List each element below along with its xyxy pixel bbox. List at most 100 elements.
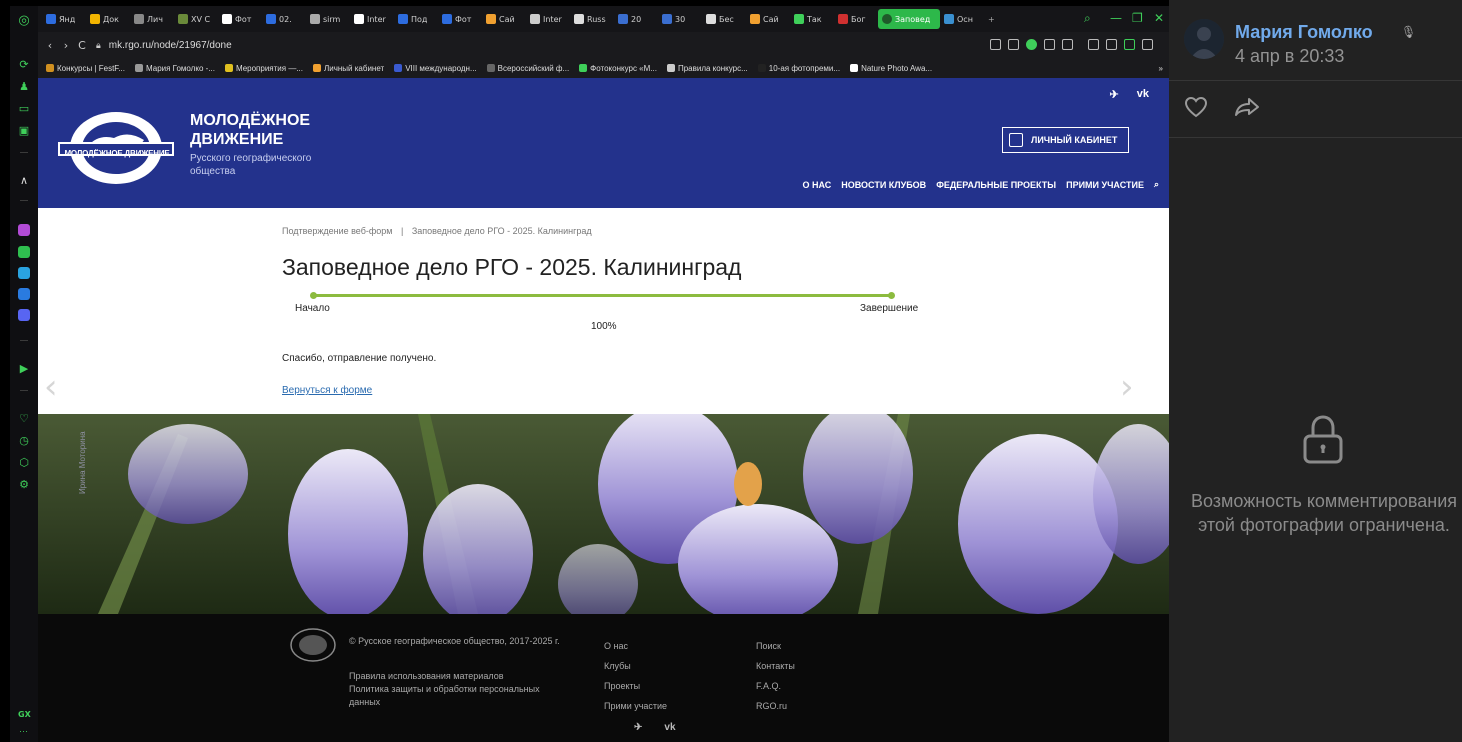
menu-icon[interactable] bbox=[1142, 39, 1153, 50]
prev-arrow-icon[interactable]: ‹ bbox=[44, 370, 58, 404]
tab[interactable]: Inter bbox=[526, 9, 570, 29]
player-icon[interactable]: ▶ bbox=[16, 360, 32, 376]
cube-icon[interactable]: ⬡ bbox=[16, 454, 32, 470]
opera-logo-icon[interactable]: ◎ bbox=[16, 12, 32, 28]
history-icon[interactable]: ◷ bbox=[16, 432, 32, 448]
tab[interactable]: sirm bbox=[306, 9, 350, 29]
heart-icon[interactable]: ♡ bbox=[16, 410, 32, 426]
tab[interactable]: Фот bbox=[438, 9, 482, 29]
settings-icon[interactable]: ⚙ bbox=[16, 476, 32, 492]
post-date[interactable]: 4 апр в 20:33 bbox=[1235, 46, 1344, 67]
tab[interactable]: Бог bbox=[834, 9, 878, 29]
next-arrow-icon[interactable]: › bbox=[1120, 370, 1134, 404]
bookmark-item[interactable]: Конкурсы | FestF... bbox=[46, 64, 125, 73]
search-tabs-icon[interactable]: ⌕ bbox=[1084, 11, 1091, 26]
messenger-icon[interactable] bbox=[18, 224, 30, 236]
profile-icon[interactable] bbox=[1088, 39, 1099, 50]
aria-icon[interactable]: ∧ bbox=[16, 172, 32, 188]
nav-club-news[interactable]: НОВОСТИ КЛУБОВ bbox=[841, 180, 926, 190]
nav-participate[interactable]: ПРИМИ УЧАСТИЕ bbox=[1066, 180, 1144, 190]
footer-link-projects[interactable]: Проекты bbox=[604, 676, 667, 696]
footer-link-clubs[interactable]: Клубы bbox=[604, 656, 667, 676]
send-icon[interactable] bbox=[1044, 39, 1055, 50]
share-icon[interactable] bbox=[1234, 97, 1260, 117]
tab[interactable]: Inter bbox=[350, 9, 394, 29]
bag-icon[interactable]: ♟ bbox=[16, 78, 32, 94]
telegram-icon[interactable] bbox=[18, 267, 30, 279]
bookmark-item[interactable]: Мария Гомолко -... bbox=[134, 64, 215, 73]
footer-link-participate[interactable]: Прими участие bbox=[604, 696, 667, 716]
bookmark-item[interactable]: 10-ая фотопреми... bbox=[757, 64, 840, 73]
download-icon[interactable] bbox=[1106, 39, 1117, 50]
footer-link-about[interactable]: О нас bbox=[604, 636, 667, 656]
breadcrumb-item[interactable]: Подтверждение веб-форм bbox=[282, 226, 392, 236]
camera-icon[interactable] bbox=[1008, 39, 1019, 50]
nav-federal-projects[interactable]: ФЕДЕРАЛЬНЫЕ ПРОЕКТЫ bbox=[936, 180, 1056, 190]
maximize-icon[interactable]: ❐ bbox=[1132, 11, 1143, 25]
vk-icon[interactable]: vk bbox=[1137, 88, 1149, 101]
reload-icon[interactable]: C bbox=[74, 39, 90, 52]
bookmark-item[interactable]: Фотоконкурс «М... bbox=[579, 64, 657, 73]
bookmark-item[interactable]: VIII международн... bbox=[394, 64, 477, 73]
tab[interactable]: Сай bbox=[482, 9, 526, 29]
rules-link[interactable]: Правила использования материалов bbox=[349, 670, 569, 683]
more-icon[interactable]: ··· bbox=[19, 726, 28, 736]
tab-active[interactable]: Заповед bbox=[878, 9, 940, 29]
bookmark-item[interactable]: Личный кабинет bbox=[313, 64, 384, 73]
bookmark-item[interactable]: Мероприятия —... bbox=[224, 64, 303, 73]
gx-label: GX bbox=[18, 710, 31, 719]
tab[interactable]: Осн bbox=[940, 9, 984, 29]
battery-icon[interactable] bbox=[1124, 39, 1135, 50]
tab[interactable]: Russ bbox=[570, 9, 614, 29]
telegram-icon[interactable]: ✈ bbox=[1110, 88, 1119, 101]
bookmarks-more-icon[interactable]: » bbox=[1159, 64, 1163, 73]
twitch-icon[interactable]: ▭ bbox=[16, 100, 32, 116]
refresh-icon[interactable]: ⟳ bbox=[16, 56, 32, 72]
tab[interactable]: Так bbox=[790, 9, 834, 29]
tab[interactable]: Янд bbox=[42, 9, 86, 29]
nav-about[interactable]: О НАС bbox=[803, 180, 832, 190]
personal-cabinet-button[interactable]: ЛИЧНЫЙ КАБИНЕТ bbox=[1002, 127, 1129, 153]
footer-link-contacts[interactable]: Контакты bbox=[756, 656, 795, 676]
vk-app-icon[interactable] bbox=[18, 288, 30, 300]
tab[interactable]: XV С bbox=[174, 9, 218, 29]
footer-link-search[interactable]: Поиск bbox=[756, 636, 795, 656]
tab[interactable]: Фот bbox=[218, 9, 262, 29]
new-tab-button[interactable]: + bbox=[984, 9, 1004, 29]
bookmark-item[interactable]: Правила конкурс... bbox=[666, 64, 748, 73]
tab[interactable]: Сай bbox=[746, 9, 790, 29]
tab[interactable]: Под bbox=[394, 9, 438, 29]
extension-icon[interactable] bbox=[990, 39, 1001, 50]
shield-icon[interactable] bbox=[1026, 39, 1037, 50]
bookmark-item[interactable]: Всероссийский ф... bbox=[486, 64, 569, 73]
like-icon[interactable] bbox=[1184, 96, 1208, 118]
close-icon[interactable]: ✕ bbox=[1154, 11, 1164, 25]
vk-icon[interactable]: vk bbox=[664, 722, 675, 733]
search-icon[interactable]: ⌕ bbox=[1154, 180, 1159, 190]
footer-logo[interactable] bbox=[290, 628, 336, 662]
tab[interactable]: Док bbox=[86, 9, 130, 29]
tab[interactable]: 20 bbox=[614, 9, 658, 29]
org-name[interactable]: МОЛОДЁЖНОЕ ДВИЖЕНИЕ bbox=[190, 111, 360, 149]
footer-link-faq[interactable]: F.A.Q. bbox=[756, 676, 795, 696]
back-to-form-link[interactable]: Вернуться к форме bbox=[282, 385, 372, 396]
tab[interactable]: Бес bbox=[702, 9, 746, 29]
gx-corner-icon[interactable]: ▣ bbox=[16, 122, 32, 138]
telegram-icon[interactable]: ✈ bbox=[634, 722, 642, 733]
avatar[interactable] bbox=[1184, 19, 1224, 59]
tab[interactable]: Лич bbox=[130, 9, 174, 29]
tab[interactable]: 30 bbox=[658, 9, 702, 29]
heart-outline-icon[interactable] bbox=[1062, 39, 1073, 50]
back-icon[interactable]: ‹ bbox=[42, 39, 58, 52]
discord-icon[interactable] bbox=[18, 309, 30, 321]
minimize-icon[interactable]: — bbox=[1110, 11, 1122, 25]
tab[interactable]: 02. bbox=[262, 9, 306, 29]
privacy-link[interactable]: Политика защиты и обработки персональных… bbox=[349, 683, 569, 709]
forward-icon[interactable]: › bbox=[58, 39, 74, 52]
bookmark-item[interactable]: Nature Photo Awa... bbox=[850, 64, 932, 73]
whatsapp-icon[interactable] bbox=[18, 246, 30, 258]
url-field[interactable]: mk.rgo.ru/node/21967/done bbox=[109, 40, 232, 51]
footer-link-rgo[interactable]: RGO.ru bbox=[756, 696, 795, 716]
rgo-logo[interactable] bbox=[58, 108, 174, 184]
author-name[interactable]: Мария Гомолко bbox=[1235, 22, 1373, 43]
